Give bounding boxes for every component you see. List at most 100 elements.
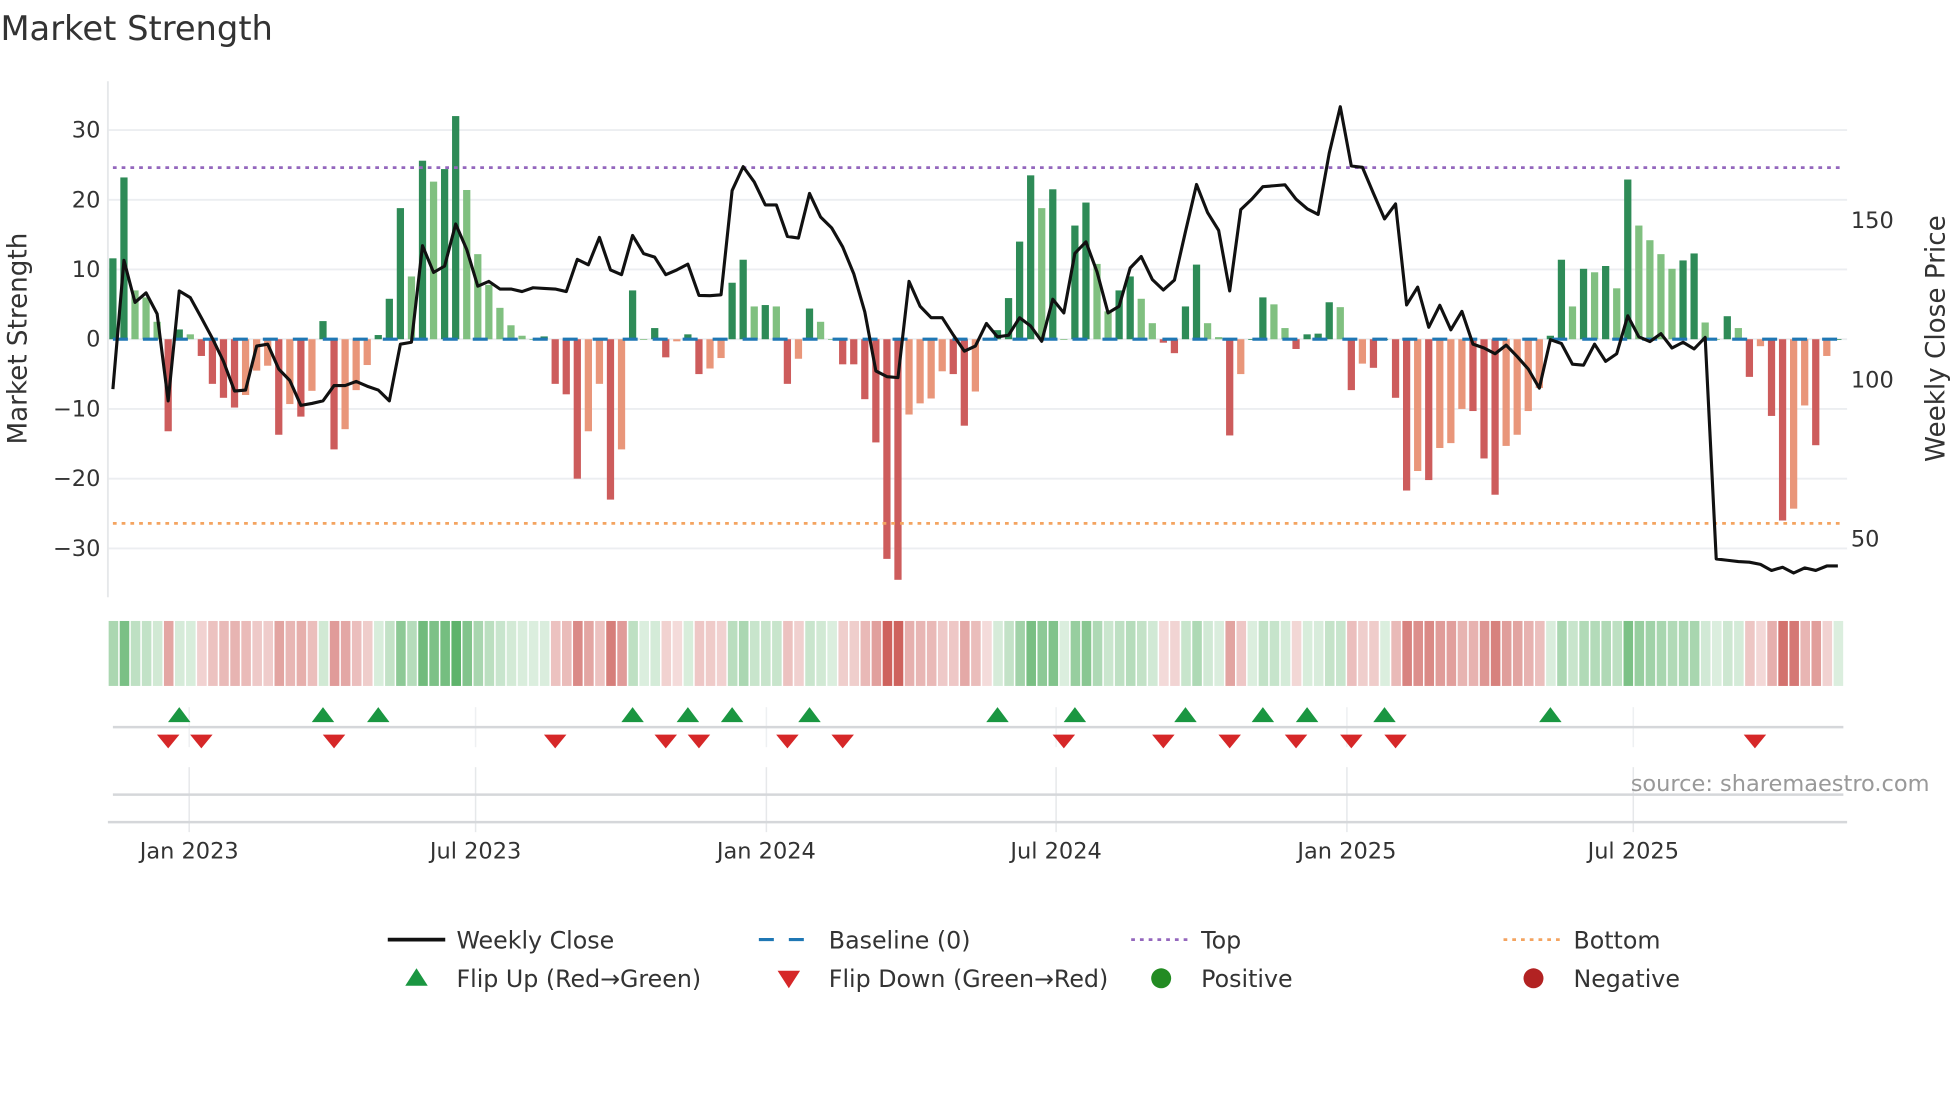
y2-tick-label: 100 (1851, 367, 1894, 393)
heat-cell (252, 620, 262, 686)
heat-cell (1512, 620, 1523, 686)
strength-bar (1203, 323, 1212, 340)
heat-cell (1634, 620, 1645, 686)
heat-cell (1380, 620, 1390, 686)
heat-cell (1347, 620, 1357, 686)
flip-down-marker (654, 734, 678, 749)
heat-cell (805, 620, 815, 686)
flip-up-marker (986, 707, 1009, 723)
heat-cell (119, 620, 130, 686)
legend-label: Weekly Close (456, 926, 614, 954)
heat-cell (827, 620, 837, 686)
heat-cell (1656, 620, 1667, 686)
flip-down-marker (1284, 734, 1308, 749)
heat-cell (208, 620, 218, 686)
heat-cell (882, 620, 893, 686)
heat-cell (1612, 620, 1623, 686)
y2-tick-label: 150 (1851, 208, 1894, 234)
strength-bar (1071, 225, 1079, 340)
flip-up-marker (1295, 707, 1319, 723)
strength-bar (308, 339, 316, 391)
heat-cell (716, 620, 727, 686)
legend-item-top[interactable]: Top (1131, 926, 1241, 954)
strength-bars (109, 116, 1842, 580)
heat-cell (1358, 620, 1368, 686)
strength-bar (142, 297, 150, 340)
flip-up-marker (798, 707, 821, 723)
strength-bar (1447, 339, 1455, 444)
strength-bar (717, 339, 725, 359)
source-label: source: sharemaestro.com (1631, 771, 1930, 797)
heat-cell (1645, 620, 1656, 686)
y-tick-label: −30 (53, 536, 100, 562)
heat-cell (1501, 620, 1512, 686)
heat-cell (960, 620, 970, 686)
heat-cell (1446, 620, 1457, 686)
legend-item-negative[interactable]: Negative (1523, 965, 1680, 993)
heat-cell (451, 620, 461, 686)
strength-bar (1281, 328, 1289, 340)
heat-cell (1778, 620, 1788, 686)
strength-bar (1579, 268, 1588, 340)
heat-cell (871, 620, 882, 686)
strength-bar (1038, 208, 1046, 340)
strength-bar (1767, 339, 1776, 416)
strength-bar (1790, 339, 1798, 509)
heat-cell (1236, 620, 1247, 686)
legend-label: Baseline (0) (829, 926, 971, 954)
strength-bar (1414, 339, 1422, 472)
flip-up-marker (367, 707, 390, 723)
strength-bar (1259, 297, 1267, 340)
legend-item-baseline[interactable]: Baseline (0) (758, 926, 971, 954)
legend-item-flip-down[interactable]: Flip Down (Green→Red) (777, 965, 1109, 993)
heat-cell (683, 620, 694, 686)
heat-cell (1048, 620, 1059, 686)
heat-cell (1402, 620, 1412, 686)
heat-cell (1336, 620, 1346, 686)
heat-cell (1479, 620, 1490, 686)
legend-label: Top (1200, 926, 1241, 954)
legend-item-positive[interactable]: Positive (1151, 965, 1293, 993)
heat-cell (539, 620, 550, 686)
strength-bar (595, 339, 604, 384)
strength-bar (1646, 240, 1654, 340)
heat-cell (1700, 620, 1711, 686)
strength-bar (1237, 339, 1245, 375)
heat-cell (329, 620, 340, 686)
legend-label: Flip Down (Green→Red) (829, 965, 1108, 993)
flip-up-marker (1251, 707, 1275, 723)
heat-cell (650, 620, 661, 686)
legend-item-flip-up[interactable]: Flip Up (Red→Green) (405, 965, 701, 993)
strength-bar (1734, 328, 1742, 340)
heat-cell (1557, 620, 1567, 686)
heat-cell (1324, 620, 1335, 686)
heat-cell (274, 620, 285, 686)
strength-bar (1215, 337, 1223, 340)
right-axis-ticks: 150 100 50 (1851, 208, 1894, 553)
strength-bar (1458, 339, 1466, 409)
heat-cell (506, 620, 517, 686)
strength-heat-strip (108, 620, 1844, 686)
heat-cell (1114, 620, 1125, 686)
heat-cell (318, 620, 329, 686)
heat-cell (1092, 620, 1103, 686)
flip-up-marker (311, 707, 335, 723)
strength-bar (507, 325, 515, 340)
strength-bar (839, 339, 847, 365)
heat-cell (263, 620, 274, 686)
heat-cell (1247, 620, 1258, 686)
legend-item-bottom[interactable]: Bottom (1503, 926, 1661, 954)
heat-cell (1490, 620, 1501, 686)
heat-cell (727, 620, 738, 686)
heat-cell (1424, 620, 1435, 686)
flip-up-marker (1174, 707, 1197, 723)
y-tick-label: 10 (72, 257, 101, 283)
heat-cell (982, 620, 992, 686)
legend-item-weekly-close[interactable]: Weekly Close (387, 926, 614, 954)
heat-cell (1291, 620, 1302, 686)
heat-cell (749, 620, 760, 686)
heat-cell (1535, 620, 1545, 686)
triangle-up-icon (405, 968, 428, 986)
strength-bar (1049, 189, 1057, 340)
strength-bar (706, 339, 714, 369)
